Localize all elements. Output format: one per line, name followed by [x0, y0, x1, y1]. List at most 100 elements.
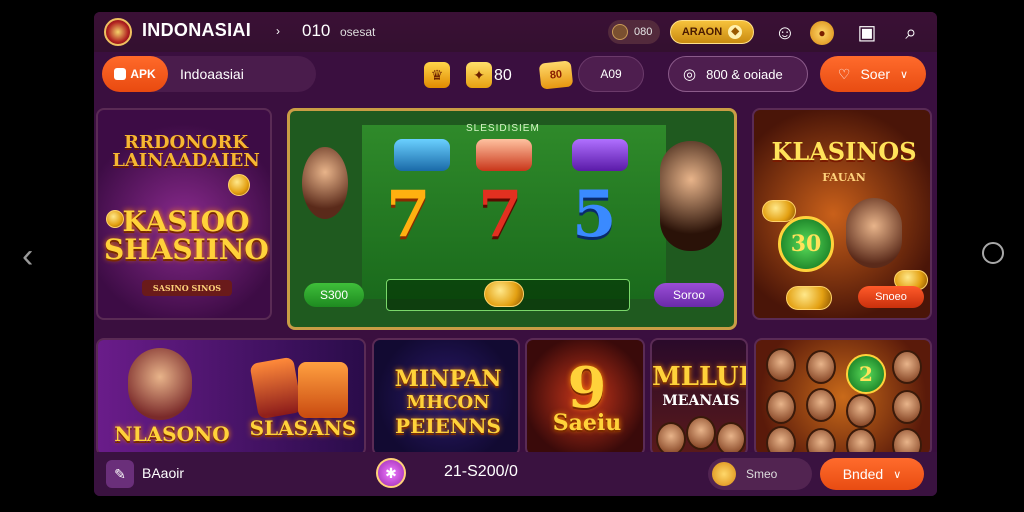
home-circle-icon[interactable] [982, 242, 1004, 264]
heart-icon: ♡ [837, 65, 851, 82]
card-icon [249, 356, 303, 420]
right-character-portrait [660, 141, 722, 251]
menu-icon[interactable]: ✎ [106, 460, 134, 488]
tile-sub-title: FAUAN [822, 171, 866, 184]
bet-button[interactable]: S300 [304, 283, 364, 307]
coin-icon [228, 174, 250, 196]
mid-number: 80 [494, 67, 512, 84]
game-tile-klasinos[interactable]: KLASINOS FAUAN 30 Snoeo [752, 108, 932, 320]
bottom-bar: ✎ BAaoir ✱ 21-S200/0 Smeo Bnded ∨ [94, 452, 937, 496]
bottom-action-button[interactable]: Bnded ∨ [820, 458, 924, 490]
screen: ‹ INDONASIAI › 010 osesat 080 ARAON ◆ ☺ … [0, 0, 1024, 512]
reel-five: 5 [572, 177, 617, 252]
character-portrait [128, 348, 192, 420]
reel-symbol [476, 139, 532, 171]
balance-pill[interactable]: Smeo [708, 458, 812, 490]
character-face [766, 390, 796, 424]
search-icon[interactable]: ⌕ [898, 20, 924, 46]
top-bar: INDONASIAI › 010 osesat 080 ARAON ◆ ☺ ● … [94, 12, 937, 52]
bottom-action-label: Bnded [842, 466, 884, 482]
orange-action-button[interactable]: ♡ Soer ∨ [820, 56, 926, 92]
coin-icon [762, 200, 796, 222]
logo-icon[interactable] [104, 18, 132, 46]
header-label: osesat [340, 25, 376, 39]
promo-pill-label: 800 & ooiade [706, 66, 783, 82]
bottom-left-label: BAaoir [142, 465, 185, 481]
gold-badge[interactable]: ARAON ◆ [670, 20, 754, 44]
character-face [846, 394, 876, 428]
game-tile-minpan[interactable]: MINPAN MHCON PEIENNS [372, 338, 520, 456]
coin-icon[interactable]: ● [810, 21, 834, 45]
user-icon[interactable]: ☺ [772, 20, 798, 46]
character-face [716, 422, 746, 454]
tile-title-b: MEANAIS [662, 393, 740, 409]
diamond-icon: ◆ [728, 25, 743, 39]
mascot-icon [298, 362, 348, 418]
tile-title-c: PEIENNS [395, 414, 501, 438]
slot-machine-tile[interactable]: SLESIDISIEM 7 7 5 S300 Soroo [287, 108, 737, 330]
tile-title-right: SLASANS [249, 416, 357, 440]
gift-icon[interactable]: ✱ [376, 458, 406, 488]
tile-top-title: RRDONORK LAINAADAIEN [112, 132, 260, 171]
game-tile-characters[interactable]: 2 [754, 338, 932, 456]
apk-label: APK [130, 67, 156, 81]
gold-badge-label: ARAON [681, 26, 723, 38]
casino-app: INDONASIAI › 010 osesat 080 ARAON ◆ ☺ ● … [94, 12, 937, 496]
coin-icon [786, 286, 832, 310]
game-tile-nine[interactable]: 9 Saeiu [525, 338, 645, 456]
apk-text: Indoaasiai [180, 66, 244, 82]
chevron-down-icon: ∨ [893, 468, 902, 481]
reel-seven-2: 7 [478, 177, 523, 252]
tile-title-a: MLLUP [652, 362, 748, 392]
left-character-portrait [302, 147, 348, 219]
trophy-icon[interactable]: ♛ [424, 62, 450, 88]
chat-icon: ◎ [683, 66, 697, 83]
game-tile-nlasono[interactable]: NLASONO SLASANS [96, 338, 366, 456]
game-tile-kasioo[interactable]: RRDONORK LAINAADAIEN KASIOO SHASIINO SAS… [96, 108, 272, 320]
coin-icon [612, 24, 628, 40]
gold-chip[interactable]: 80 [538, 60, 574, 90]
character-face [892, 350, 922, 384]
reel-title: SLESIDISIEM [466, 123, 540, 134]
bottom-mid-label: 21-S200/0 [444, 463, 518, 480]
promo-pill[interactable]: ◎ 800 & ooiade [668, 56, 808, 92]
chevron-down-icon: ∨ [900, 68, 909, 81]
tile-main-title: KLASINOS [771, 137, 917, 166]
character-face [892, 390, 922, 424]
coin-value: 080 [634, 26, 653, 38]
character-face [806, 350, 836, 384]
chevron-icon[interactable]: › [276, 24, 280, 38]
ticket-icon[interactable]: ✦ [466, 62, 492, 88]
header-count: 010 [302, 21, 331, 40]
character-portrait [846, 198, 902, 268]
spin-button[interactable]: Soroo [654, 283, 724, 307]
tile-title: Saeiu [552, 410, 622, 436]
character-face [766, 348, 796, 382]
grid-icon[interactable]: ▣ [854, 20, 880, 46]
coin-icon [712, 462, 736, 486]
apk-button[interactable]: APK [102, 56, 168, 92]
tile-title-a: MINPAN [394, 366, 502, 392]
game-tile-mllup[interactable]: MLLUP MEANAIS [650, 338, 748, 456]
reel-seven-1: 7 [386, 177, 431, 252]
play-button[interactable]: Snoeo [858, 286, 924, 308]
tile-number: 9 [567, 355, 607, 421]
reel-symbol [394, 139, 450, 171]
back-arrow-icon[interactable]: ‹ [22, 236, 46, 276]
orange-action-label: Soer [860, 66, 891, 82]
tile-main-title: KASIOO SHASIINO [104, 205, 269, 266]
character-face [806, 388, 836, 422]
badge-2: 2 [846, 354, 886, 394]
tile-title-left: NLASONO [114, 422, 230, 446]
coin-icon [484, 281, 524, 307]
coin-balance[interactable]: 080 [608, 20, 660, 44]
character-face [686, 416, 716, 450]
reel-symbol [572, 139, 628, 171]
apk-row[interactable]: APK Indoaasiai [102, 56, 316, 92]
ao-pill[interactable]: A09 [578, 56, 644, 92]
balance-pill-label: Smeo [746, 467, 778, 481]
brand-title: INDONASIAI [142, 20, 252, 40]
tile-title-b: MHCON [406, 392, 490, 413]
download-icon [114, 68, 127, 80]
tile-sub-title: SASINO SINOS [142, 280, 232, 296]
